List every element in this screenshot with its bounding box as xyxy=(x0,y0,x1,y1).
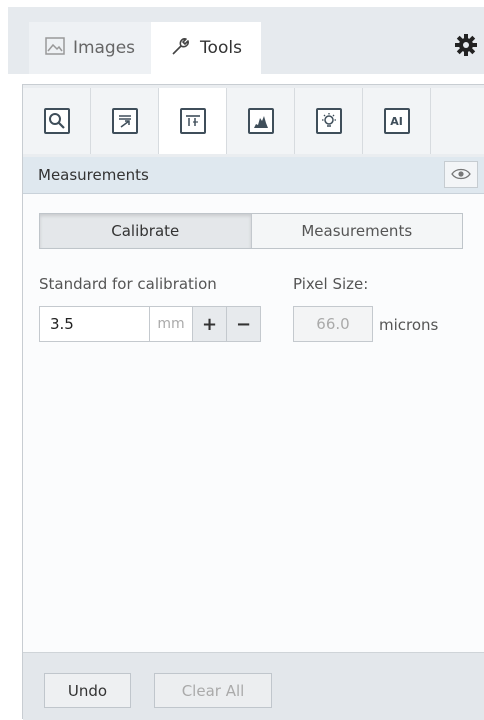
measurements-section-header: Measurements xyxy=(23,157,484,194)
tab-images-label: Images xyxy=(72,38,136,58)
tab-images[interactable]: Images xyxy=(29,22,151,74)
decrement-button[interactable]: − xyxy=(227,306,261,342)
histogram-icon xyxy=(247,108,274,134)
undo-button[interactable]: Undo xyxy=(44,673,131,708)
annotate-icon xyxy=(111,108,138,134)
light-tool-button[interactable] xyxy=(295,88,363,154)
gear-icon[interactable] xyxy=(451,30,481,60)
clear-all-button[interactable]: Clear All xyxy=(154,673,272,708)
visibility-toggle-button[interactable] xyxy=(444,161,478,188)
tab-tools[interactable]: Tools xyxy=(151,22,261,74)
zoom-search-icon xyxy=(43,108,70,134)
measure-tool-button[interactable] xyxy=(159,88,227,154)
pixel-size-field: 66.0 xyxy=(293,306,373,342)
tools-panel: AI Measurements Calibrate Measurements S… xyxy=(22,84,484,720)
increment-button[interactable]: + xyxy=(193,306,227,342)
pixel-size-label: Pixel Size: xyxy=(293,275,369,293)
calibrate-tab[interactable]: Calibrate xyxy=(40,214,252,248)
measure-icon xyxy=(179,108,206,134)
panel-footer: Undo Clear All xyxy=(23,652,484,720)
lightbulb-icon xyxy=(315,108,342,134)
toolbar-empty-slot xyxy=(431,88,484,154)
measurements-tab[interactable]: Measurements xyxy=(251,214,462,248)
standard-value-input[interactable]: 3.5 xyxy=(39,306,149,342)
tab-tools-label: Tools xyxy=(200,38,242,58)
ai-chip-icon: AI xyxy=(383,108,410,134)
standard-unit: mm xyxy=(149,306,193,342)
tool-toolbar: AI xyxy=(23,85,484,158)
ai-tool-button[interactable]: AI xyxy=(363,88,431,154)
eye-icon xyxy=(451,165,471,184)
standard-calibration-label: Standard for calibration xyxy=(39,275,217,293)
ai-chip-label: AI xyxy=(390,114,403,128)
zoom-tool-button[interactable] xyxy=(23,88,91,154)
wrench-icon xyxy=(170,36,192,61)
top-tab-bar: Images Tools xyxy=(8,7,484,74)
pixel-size-unit: microns xyxy=(379,316,439,334)
mode-segmented-control: Calibrate Measurements xyxy=(39,213,463,249)
annotate-tool-button[interactable] xyxy=(91,88,159,154)
histogram-tool-button[interactable] xyxy=(227,88,295,154)
section-title: Measurements xyxy=(38,166,149,184)
image-icon xyxy=(45,36,65,60)
